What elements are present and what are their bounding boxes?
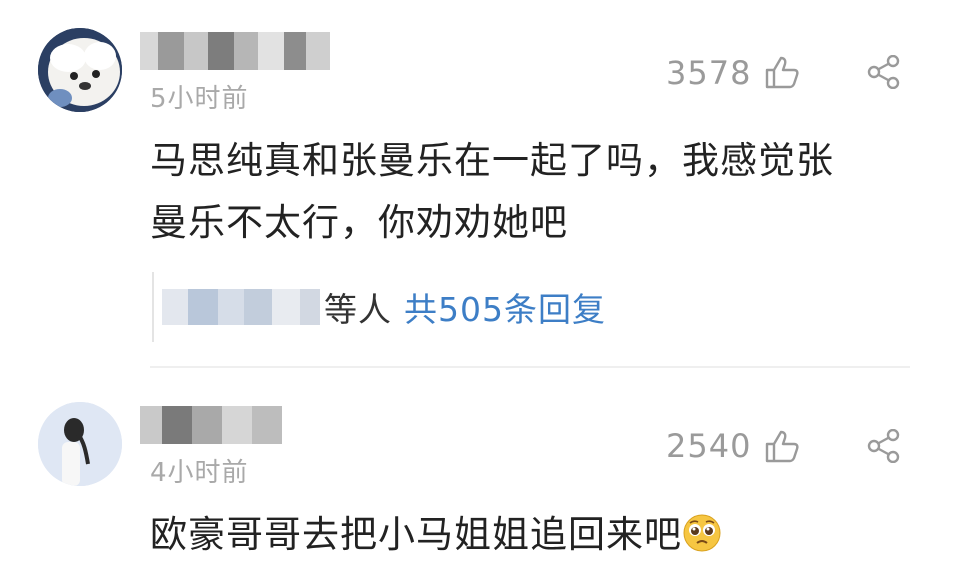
thumbs-up-icon[interactable] <box>764 429 800 463</box>
comment-text-line: 欧豪哥哥去把小马姐姐追回来吧 <box>150 513 682 556</box>
comment-text: 马思纯真和张曼乐在一起了吗，我感觉张 曼乐不太行，你劝劝她吧 <box>150 130 930 254</box>
comment-time: 5小时前 <box>150 84 249 114</box>
comment-item: 4小时前 2540 欧豪哥哥去把小马姐姐追回来吧 <box>0 372 960 562</box>
comment-item: 5小时前 3578 马思纯真和张曼乐在一起了吗，我感觉张 曼乐不太行，你劝劝她吧… <box>0 0 960 360</box>
dog-avatar-icon <box>38 28 122 112</box>
comment-time: 4小时前 <box>150 458 249 488</box>
reply-suffix: 等人 <box>324 290 392 329</box>
username-blurred[interactable] <box>140 32 330 70</box>
reply-count-link[interactable]: 共505条回复 <box>404 283 606 331</box>
avatar[interactable] <box>38 402 122 486</box>
avatar[interactable] <box>38 28 122 112</box>
girl-avatar-icon <box>38 402 122 486</box>
comment-text: 欧豪哥哥去把小马姐姐追回来吧 <box>150 504 930 566</box>
comment-text-line: 曼乐不太行，你劝劝她吧 <box>150 201 568 244</box>
like-count: 3578 <box>666 54 752 92</box>
username-blurred[interactable] <box>140 406 282 444</box>
reply-usernames-blurred <box>162 289 320 325</box>
share-icon[interactable] <box>866 429 902 463</box>
like-count: 2540 <box>666 427 752 465</box>
comment-text-line: 马思纯真和张曼乐在一起了吗，我感觉张 <box>150 139 834 182</box>
reply-summary[interactable]: 等人 共505条回复 <box>152 272 606 342</box>
share-icon[interactable] <box>866 55 902 89</box>
pleading-face-icon <box>683 514 721 552</box>
thumbs-up-icon[interactable] <box>764 55 800 89</box>
divider <box>150 366 910 368</box>
